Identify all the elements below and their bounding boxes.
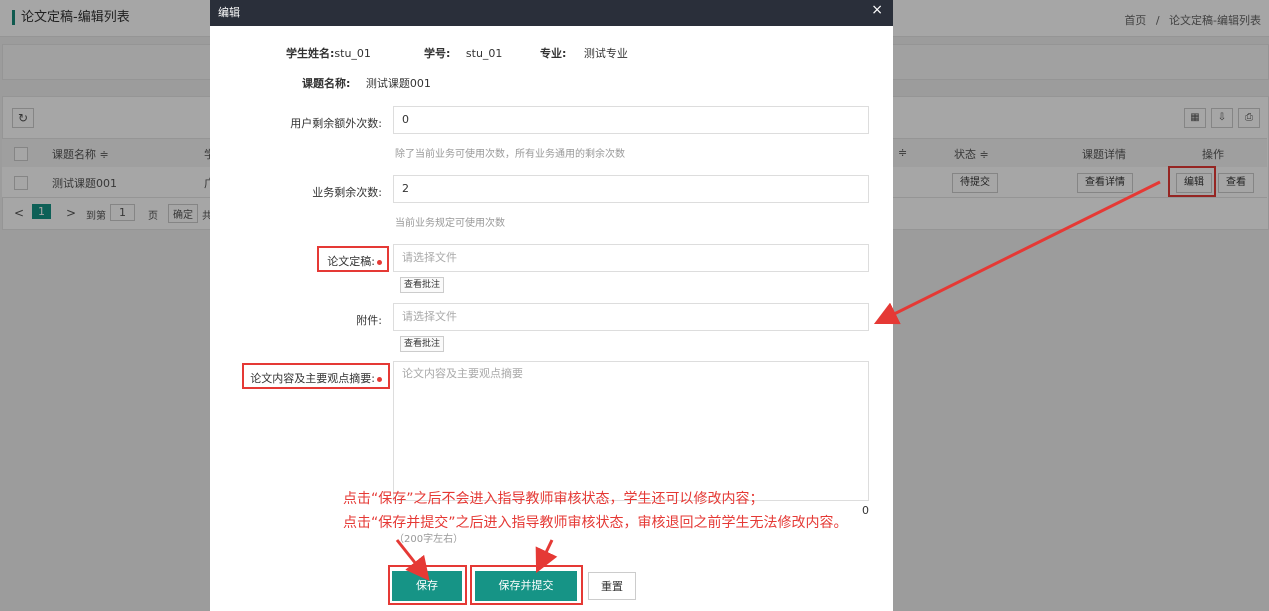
final-paper-view-notes-button[interactable]: 查看批注 [400, 277, 445, 293]
modal-header: 编辑 × [210, 0, 893, 26]
student-name-label: 学生姓名: [286, 47, 335, 60]
modal-title: 编辑 [218, 6, 240, 19]
final-paper-file-input[interactable]: 请选择文件 [393, 244, 869, 272]
summary-placeholder: 论文内容及主要观点摘要 [402, 367, 523, 380]
save-button[interactable]: 保存 [392, 571, 462, 601]
summary-textarea[interactable]: 论文内容及主要观点摘要 [393, 361, 869, 501]
attachment-label: 附件: [356, 314, 382, 327]
student-name-value: stu_01 [334, 47, 371, 60]
extra-count-hint: 除了当前业务可使用次数，所有业务通用的剩余次数 [395, 149, 625, 160]
final-paper-highlight-box [317, 246, 389, 272]
annotation-line-1: 点击“保存”之后不会进入指导教师审核状态，学生还可以修改内容； [343, 491, 764, 507]
student-name-row: 学生姓名:stu_01 [286, 45, 371, 61]
attachment-file-input[interactable]: 请选择文件 [393, 303, 869, 331]
biz-count-label: 业务剩余次数: [312, 186, 382, 199]
close-icon[interactable]: × [871, 2, 883, 18]
save-submit-button[interactable]: 保存并提交 [475, 571, 577, 601]
summary-highlight-box [242, 363, 390, 389]
topic-row: 课题名称: 测试课题001 [302, 75, 431, 91]
student-id-label: 学号: [424, 47, 451, 60]
final-paper-placeholder: 请选择文件 [402, 251, 457, 264]
extra-count-field[interactable]: 0 [393, 106, 869, 134]
attachment-view-notes-button[interactable]: 查看批注 [400, 336, 445, 352]
student-id-value: stu_01 [465, 47, 503, 60]
annotation-line-2: 点击“保存并提交”之后进入指导教师审核状态，审核退回之前学生无法修改内容。 [343, 515, 848, 531]
reset-button[interactable]: 重置 [588, 572, 636, 600]
major-row: 专业: 测试专业 [540, 45, 628, 61]
attachment-placeholder: 请选择文件 [402, 310, 457, 323]
summary-counter: 0 [862, 504, 869, 517]
topic-value: 测试课题001 [365, 77, 431, 90]
summary-hint: （200字左右） [394, 534, 464, 545]
topic-label: 课题名称: [302, 77, 351, 90]
student-id-row: 学号: stu_01 [424, 45, 502, 61]
biz-count-field[interactable]: 2 [393, 175, 869, 203]
major-label: 专业: [540, 47, 567, 60]
extra-count-label: 用户剩余额外次数: [290, 117, 382, 130]
biz-count-hint: 当前业务规定可使用次数 [395, 218, 505, 229]
major-value: 测试专业 [583, 47, 628, 60]
